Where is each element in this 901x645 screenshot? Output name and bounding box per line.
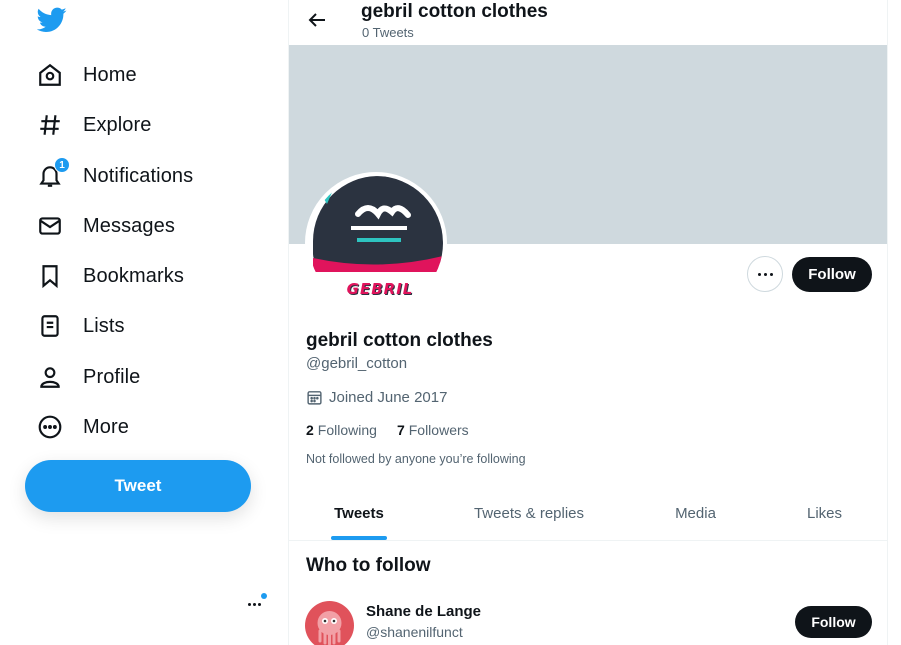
who-to-follow-title: Who to follow (306, 555, 431, 576)
list-icon (37, 313, 63, 339)
hashtag-icon (37, 112, 63, 138)
envelope-icon (37, 213, 63, 239)
nav-bookmarks-label: Bookmarks (83, 264, 184, 287)
profile-avatar[interactable]: GEBRIL (305, 172, 447, 314)
mutual-followers-note: Not followed by anyone you’re following (306, 452, 526, 466)
suggested-user-follow-button[interactable]: Follow (795, 606, 872, 638)
unread-dot-icon (261, 593, 267, 599)
nav-notifications-label: Notifications (83, 164, 194, 187)
followers-count: 7 (396, 422, 405, 438)
profile-name: gebril cotton clothes (306, 330, 493, 351)
back-arrow-icon[interactable] (305, 8, 329, 32)
following-label: Following (317, 422, 377, 438)
account-more-icon[interactable] (246, 593, 267, 612)
profile-handle: @gebril_cotton (306, 355, 408, 372)
tab-likes[interactable]: Likes (762, 487, 887, 540)
suggested-user-avatar[interactable] (305, 601, 354, 645)
person-icon (37, 364, 63, 390)
profile-header: gebril cotton clothes 0 Tweets (289, 0, 887, 45)
sidebar: Home Explore 1 Notifications Messages Bo… (0, 0, 288, 645)
bookmark-icon (37, 263, 63, 289)
twitter-logo-icon[interactable] (37, 7, 67, 33)
nav-explore[interactable]: Explore (26, 103, 152, 147)
suggested-user-handle: @shanenilfunct (366, 624, 463, 640)
tab-media-label: Media (675, 505, 716, 522)
header-tweet-count: 0 Tweets (362, 25, 414, 40)
nav-more-label: More (83, 415, 129, 438)
joined-date: Joined June 2017 (329, 389, 448, 406)
tab-tweets-replies[interactable]: Tweets & replies (429, 487, 629, 540)
nav-explore-label: Explore (83, 113, 152, 136)
bell-icon: 1 (37, 157, 70, 189)
suggested-user-name[interactable]: Shane de Lange (366, 603, 481, 620)
more-options-button[interactable] (747, 256, 783, 292)
nav-lists-label: Lists (83, 314, 125, 337)
following-link[interactable]: 2 Following (306, 422, 377, 438)
nav-home-label: Home (83, 63, 137, 86)
tab-likes-label: Likes (806, 505, 843, 522)
avatar-logo-art (313, 190, 443, 272)
following-count: 2 (306, 422, 314, 438)
followers-label: Followers (408, 422, 469, 438)
nav-notifications[interactable]: 1 Notifications (26, 154, 193, 198)
tab-tweets-replies-label: Tweets & replies (473, 505, 585, 522)
nav-profile[interactable]: Profile (26, 355, 140, 399)
tweet-button[interactable]: Tweet (25, 460, 251, 512)
profile-joined: Joined June 2017 (306, 389, 447, 406)
header-title: gebril cotton clothes (361, 1, 548, 22)
nav-bookmarks[interactable]: Bookmarks (26, 254, 184, 298)
nav-profile-label: Profile (83, 365, 141, 388)
nav-lists[interactable]: Lists (26, 304, 125, 348)
home-icon (37, 62, 63, 88)
tab-tweets[interactable]: Tweets (289, 487, 429, 540)
notification-badge: 1 (54, 157, 70, 173)
follow-button[interactable]: Follow (792, 257, 872, 292)
nav-messages-label: Messages (83, 214, 175, 237)
nav-more[interactable]: More (26, 405, 129, 449)
calendar-icon (307, 391, 322, 405)
profile-tabs: Tweets Tweets & replies Media Likes (289, 487, 887, 541)
avatar-brand-text: GEBRIL (346, 280, 414, 298)
profile-column: gebril cotton clothes 0 Tweets GEBRIL Fo… (288, 0, 888, 645)
octopus-avatar-icon (317, 611, 342, 645)
more-circle-icon (37, 414, 63, 440)
more-dots-icon (758, 273, 761, 276)
tab-media[interactable]: Media (629, 487, 762, 540)
profile-stats: 2 Following 7 Followers (306, 422, 469, 438)
tab-tweets-label: Tweets (334, 505, 384, 522)
nav-home[interactable]: Home (26, 53, 137, 97)
nav-messages[interactable]: Messages (26, 204, 175, 248)
followers-link[interactable]: 7 Followers (397, 422, 469, 438)
